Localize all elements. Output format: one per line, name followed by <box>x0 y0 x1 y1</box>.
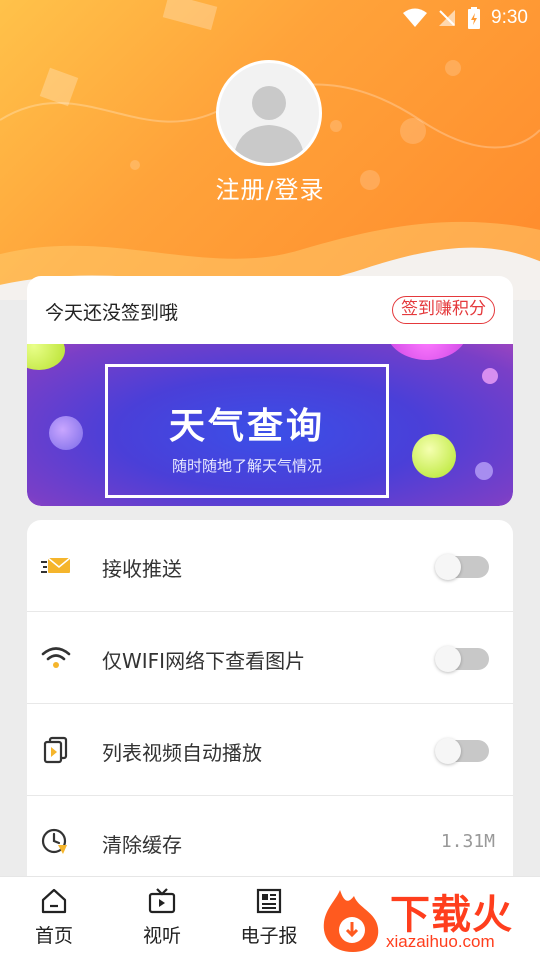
decor-pattern-icon <box>162 0 218 30</box>
envelope-icon <box>41 557 71 573</box>
autoplay-toggle[interactable] <box>435 738 489 764</box>
watermark: 下载火 xiazaihuo.com <box>318 882 540 960</box>
sign-in-button[interactable]: 签到赚积分 <box>392 296 495 324</box>
decor-ball <box>27 344 65 370</box>
video-play-icon <box>43 736 68 764</box>
battery-icon <box>468 7 481 29</box>
banner-subtitle: 随时随地了解天气情况 <box>171 457 322 475</box>
decor-ball <box>482 368 498 384</box>
nav-media[interactable]: 视听 <box>122 887 202 948</box>
tv-icon <box>148 888 176 914</box>
login-register-link[interactable]: 注册/登录 <box>0 170 540 205</box>
no-signal-icon <box>439 10 456 26</box>
status-bar: 9:30 <box>403 4 528 32</box>
setting-row-clear-cache[interactable]: 清除缓存 1.31M <box>27 796 513 880</box>
avatar[interactable] <box>216 60 322 166</box>
setting-label: 清除缓存 <box>102 833 182 857</box>
setting-row-wifi-images[interactable]: 仅WIFI网络下查看图片 <box>27 612 513 704</box>
push-toggle[interactable] <box>435 554 489 580</box>
wifi-icon <box>41 647 71 668</box>
weather-banner[interactable]: 天气查询 随时随地了解天气情况 <box>27 344 513 506</box>
decor-ball <box>475 462 493 480</box>
user-silhouette-icon <box>233 86 305 163</box>
nav-home[interactable]: 首页 <box>14 887 94 948</box>
wifi-signal-icon <box>403 8 428 27</box>
flame-logo-icon <box>323 890 379 952</box>
newspaper-icon <box>256 888 282 914</box>
setting-row-autoplay[interactable]: 列表视频自动播放 <box>27 704 513 796</box>
decor-ball <box>49 416 83 450</box>
nav-label: 首页 <box>34 925 73 947</box>
nav-label: 视听 <box>142 925 181 947</box>
home-icon <box>41 888 67 914</box>
watermark-url: xiazaihuo.com <box>386 932 495 951</box>
banner-title: 天气查询 <box>168 406 325 447</box>
wifi-images-toggle[interactable] <box>435 646 489 672</box>
cache-size: 1.31M <box>440 831 495 852</box>
setting-label: 仅WIFI网络下查看图片 <box>102 649 306 673</box>
nav-label: 电子报 <box>240 925 298 947</box>
sign-in-card: 今天还没签到哦 签到赚积分 天气查询 随时随地了解天气情况 <box>27 276 513 506</box>
decor-ball <box>387 344 467 360</box>
decor-ball <box>412 434 456 478</box>
toggle-knob <box>435 554 461 580</box>
nav-epaper[interactable]: 电子报 <box>229 887 309 948</box>
setting-row-push[interactable]: 接收推送 <box>27 520 513 612</box>
sign-in-prompt: 今天还没签到哦 <box>45 302 179 324</box>
banner-frame: 天气查询 随时随地了解天气情况 <box>105 364 389 498</box>
status-time: 9:30 <box>491 7 528 28</box>
clock-icon <box>41 828 67 854</box>
setting-label: 接收推送 <box>102 557 182 581</box>
toggle-knob <box>435 738 461 764</box>
settings-list: 接收推送 仅WIFI网络下查看图片 列表视频自动播放 清除缓存 1.31M <box>27 520 513 880</box>
setting-label: 列表视频自动播放 <box>102 741 262 765</box>
toggle-knob <box>435 646 461 672</box>
